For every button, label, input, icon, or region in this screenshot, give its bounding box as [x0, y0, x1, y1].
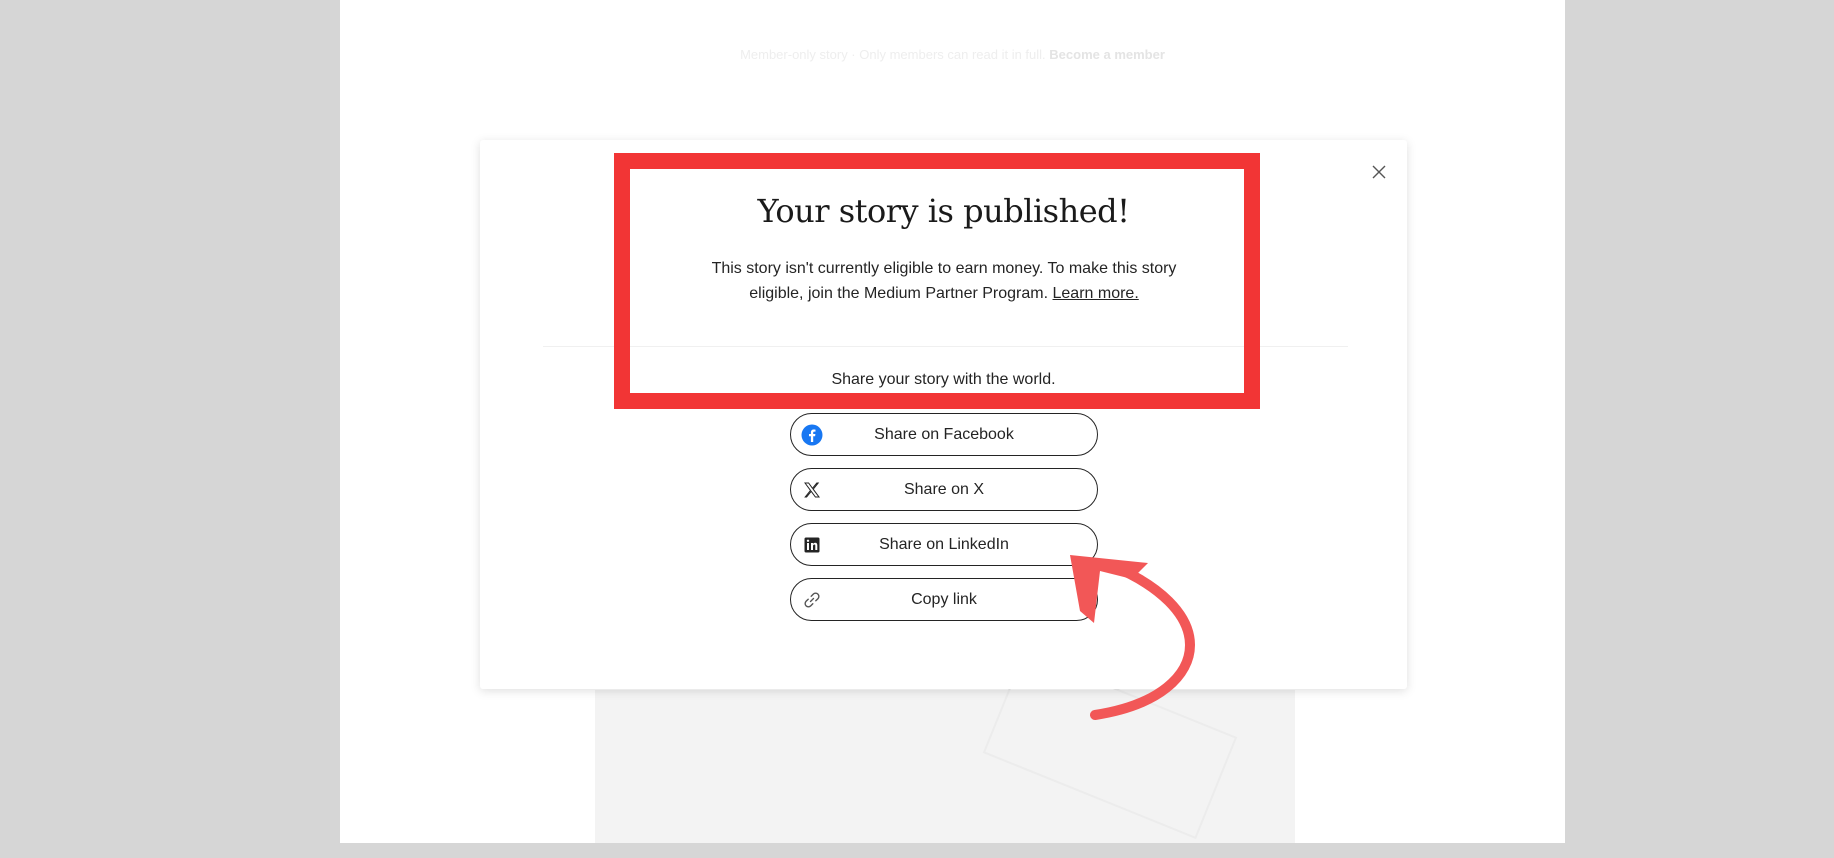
copy-link-label: Copy link [911, 590, 977, 608]
linkedin-icon [801, 534, 823, 556]
divider [543, 346, 1348, 347]
share-x-label: Share on X [903, 480, 985, 498]
learn-more-link[interactable]: Learn more. [1053, 285, 1139, 302]
facebook-icon [801, 424, 823, 446]
modal-title: Your story is published! [757, 192, 1130, 230]
share-facebook-button[interactable]: Share on Facebook [790, 413, 1098, 456]
member-banner-text: Member-only story · Only members can rea… [740, 47, 1046, 62]
x-icon [801, 479, 823, 501]
share-facebook-label: Share on Facebook [874, 425, 1014, 443]
share-linkedin-label: Share on LinkedIn [879, 535, 1009, 553]
close-button[interactable] [1364, 157, 1394, 187]
share-caption: Share your story with the world. [831, 371, 1056, 388]
close-icon [1372, 165, 1386, 179]
link-icon [801, 589, 823, 611]
share-linkedin-button[interactable]: Share on LinkedIn [790, 523, 1098, 566]
modal-description: This story isn't currently eligible to e… [695, 256, 1193, 306]
story-hero-image [595, 650, 1295, 843]
member-banner: Member-only story · Only members can rea… [340, 47, 1565, 62]
copy-link-button[interactable]: Copy link [790, 578, 1098, 621]
become-member-link[interactable]: Become a member [1049, 47, 1165, 62]
share-x-button[interactable]: Share on X [790, 468, 1098, 511]
